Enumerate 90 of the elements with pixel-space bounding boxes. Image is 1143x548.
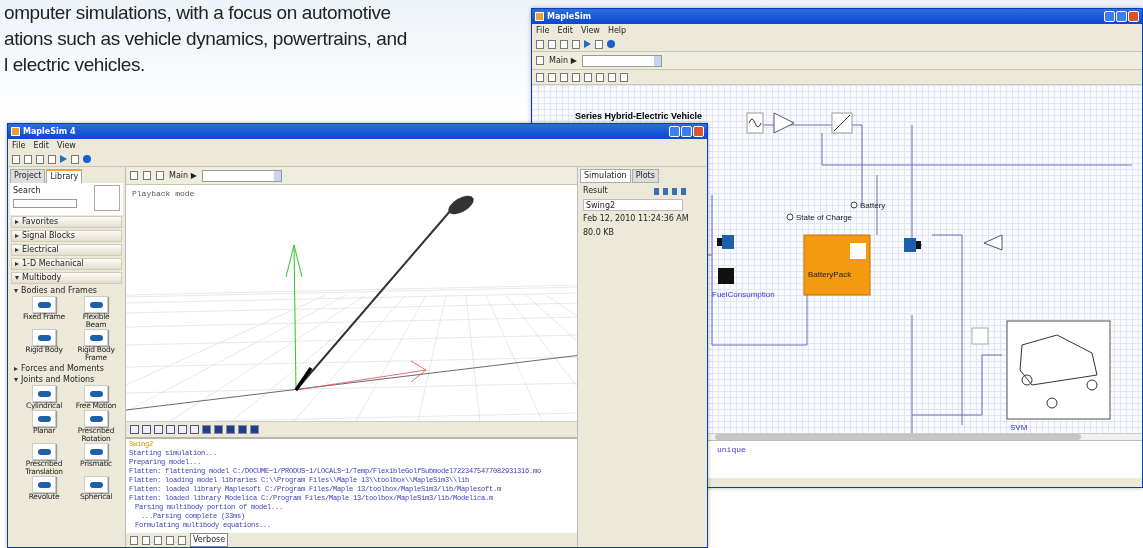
window-title: MapleSim 4	[23, 125, 76, 138]
palette-header[interactable]: 1-D Mechanical	[11, 258, 122, 270]
group-label[interactable]: Bodies and Frames	[21, 284, 97, 297]
help-icon[interactable]	[83, 155, 91, 163]
amplifier-drawing	[983, 234, 1003, 251]
palette-header[interactable]: Favorites	[11, 216, 122, 228]
tab[interactable]: Project	[10, 169, 46, 183]
component-icon[interactable]	[84, 476, 108, 493]
palette-header[interactable]: Multibody	[11, 272, 122, 284]
sensor-icon	[786, 213, 794, 221]
component-icon[interactable]	[32, 385, 56, 402]
amplifier-drawing	[773, 112, 795, 134]
search-field[interactable]	[13, 199, 77, 208]
palette-label: Signal Blocks	[22, 230, 75, 242]
stop-icon[interactable]	[595, 39, 603, 49]
palette-header[interactable]: Electrical	[11, 244, 122, 256]
stop-icon[interactable]	[71, 154, 79, 164]
breadcrumb[interactable]: Main ▶	[549, 54, 577, 67]
group-label[interactable]: Joints and Motions	[21, 373, 95, 386]
sensor-icon	[850, 201, 858, 209]
result-heading: Result	[583, 185, 608, 197]
component-icon[interactable]	[84, 410, 108, 427]
minimize-button[interactable]	[669, 126, 680, 137]
search-label: Search	[13, 185, 42, 197]
palette-header[interactable]: Signal Blocks	[11, 230, 122, 242]
result-name-field[interactable]: Swing2	[583, 199, 683, 211]
diagram-label: FuelConsumption	[712, 290, 775, 299]
tab[interactable]: Simulation	[580, 169, 631, 183]
close-button[interactable]	[693, 126, 704, 137]
body-text: omputer simulations, with a focus on automotive	[4, 1, 391, 25]
menu-item[interactable]: View	[56, 139, 76, 152]
menu-item[interactable]: File	[12, 139, 26, 152]
mode-label: Playback mode	[132, 188, 195, 200]
caret-icon[interactable]	[14, 288, 18, 293]
result-date: Feb 12, 2010 11:24:36 AM	[582, 213, 690, 225]
component-icon[interactable]	[32, 476, 56, 493]
block-label: BatteryPack	[808, 270, 852, 279]
sine-source-drawing	[746, 112, 764, 134]
app-icon	[535, 12, 544, 21]
minimize-button[interactable]	[1104, 11, 1115, 22]
component-icon[interactable]	[32, 296, 56, 313]
palette-label: Multibody	[22, 272, 62, 284]
tab[interactable]: Library	[46, 169, 83, 183]
diagram-label: Battery	[860, 201, 886, 210]
dropdown[interactable]	[201, 169, 282, 182]
close-button[interactable]	[1128, 11, 1139, 22]
diagram-label: State of Charge	[796, 213, 853, 222]
layout-icon[interactable]	[536, 56, 544, 65]
breadcrumb[interactable]: Main ▶	[169, 169, 197, 182]
component-icon[interactable]	[32, 443, 56, 460]
app-icon	[11, 127, 20, 136]
body-text: ations such as vehicle dynamics, powertrains, and	[4, 27, 407, 51]
palette-label: Favorites	[22, 216, 59, 228]
dropdown[interactable]	[581, 54, 662, 67]
battery-block	[803, 234, 871, 296]
motor-drawing	[717, 235, 734, 249]
controller-drawing	[831, 112, 853, 134]
diagram-label: SVM	[1010, 423, 1028, 432]
menu-item[interactable]: View	[580, 24, 600, 37]
component-icon[interactable]	[84, 296, 108, 313]
maximize-button[interactable]	[681, 126, 692, 137]
group-label[interactable]: Forces and Moments	[21, 362, 104, 375]
component-icon[interactable]	[32, 410, 56, 427]
menu-item[interactable]: Edit	[557, 24, 573, 37]
console-text: unique	[717, 445, 746, 454]
block-drawing	[971, 327, 989, 345]
component-icon[interactable]	[84, 329, 108, 346]
component-icon[interactable]	[84, 385, 108, 402]
body-text: l electric vehicles.	[4, 53, 145, 77]
caret-icon[interactable]	[14, 366, 18, 371]
menu-item[interactable]: Help	[607, 24, 627, 37]
preview-panel	[94, 185, 120, 211]
caret-icon	[273, 170, 281, 181]
diagram-title: Series Hybrid-Electric Vehicle	[575, 111, 703, 121]
maximize-button[interactable]	[1116, 11, 1127, 22]
help-icon[interactable]	[607, 40, 615, 48]
menu-item[interactable]: Edit	[33, 139, 49, 152]
caret-icon	[653, 55, 661, 66]
palette-label: Electrical	[22, 244, 59, 256]
component-icon[interactable]	[84, 443, 108, 460]
result-size: 80.0 KB	[582, 227, 616, 239]
caret-icon[interactable]	[14, 377, 18, 382]
palette-label: 1-D Mechanical	[22, 258, 84, 270]
motor-drawing	[904, 238, 921, 252]
menu-item[interactable]: File	[536, 24, 550, 37]
window-title: MapleSim	[547, 10, 592, 23]
tab[interactable]: Plots	[631, 169, 659, 183]
log-level-select[interactable]: Verbose	[190, 533, 229, 547]
scrollbar-thumb[interactable]	[715, 434, 1081, 440]
component-icon[interactable]	[32, 329, 56, 346]
